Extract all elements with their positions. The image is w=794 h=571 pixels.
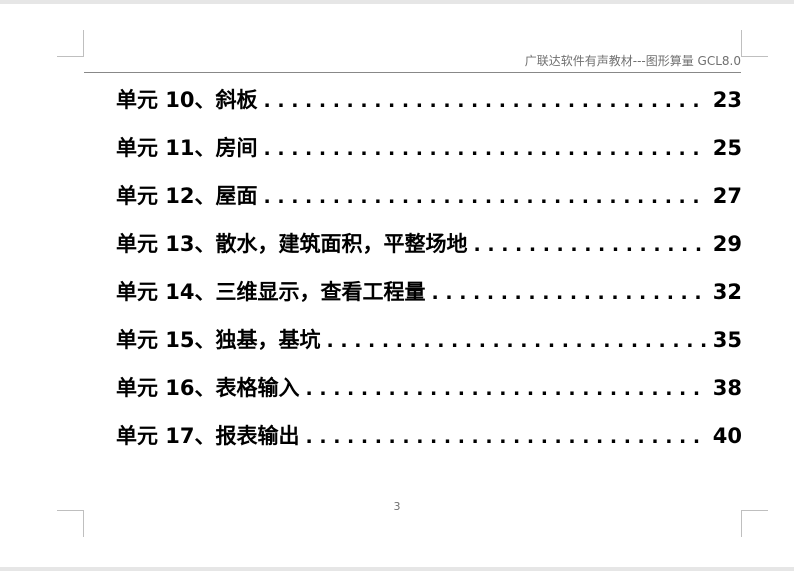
toc-dot-leader	[432, 271, 707, 315]
toc-dot-leader	[306, 415, 707, 459]
crop-mark-top-left	[57, 30, 84, 57]
toc-entry[interactable]: 单元 10、斜板 23	[116, 78, 742, 126]
toc-entry-title: 单元 14、三维显示，查看工程量	[116, 280, 426, 304]
page-number: 3	[393, 500, 401, 513]
toc-entry-page: 38	[712, 376, 742, 400]
toc-entry-title: 单元 17、报表输出	[116, 424, 300, 448]
toc-entry-title: 单元 12、屋面	[116, 184, 258, 208]
toc-entry-page: 23	[712, 88, 742, 112]
toc-entry[interactable]: 单元 16、表格输入 38	[116, 366, 742, 414]
toc-dot-leader	[264, 127, 707, 171]
toc-entry-page: 40	[712, 424, 742, 448]
toc-entry-page: 27	[712, 184, 742, 208]
header-text: 广联达软件有声教材---图形算量 GCL8.0	[524, 54, 741, 68]
toc-dot-leader	[264, 175, 707, 219]
toc-entry[interactable]: 单元 12、屋面 27	[116, 174, 742, 222]
toc-entry-page: 32	[712, 280, 742, 304]
window-bottom-strip	[0, 567, 794, 571]
toc-entry[interactable]: 单元 13、散水，建筑面积，平整场地 29	[116, 222, 742, 270]
crop-mark-top-right	[741, 30, 768, 57]
toc-entry-page: 35	[712, 328, 742, 352]
toc-entry-page: 25	[712, 136, 742, 160]
toc-entry[interactable]: 单元 15、独基，基坑 35	[116, 318, 742, 366]
toc-entry-page: 29	[712, 232, 742, 256]
toc-entry[interactable]: 单元 14、三维显示，查看工程量 32	[116, 270, 742, 318]
toc-dot-leader	[306, 367, 707, 411]
toc-entry[interactable]: 单元 11、房间 25	[116, 126, 742, 174]
toc-entry-title: 单元 13、散水，建筑面积，平整场地	[116, 232, 468, 256]
toc-entry-title: 单元 15、独基，基坑	[116, 328, 321, 352]
crop-mark-bottom-right	[741, 510, 768, 537]
toc-entry-title: 单元 16、表格输入	[116, 376, 300, 400]
page-header: 广联达软件有声教材---图形算量 GCL8.0	[84, 52, 741, 73]
toc-entry[interactable]: 单元 17、报表输出 40	[116, 414, 742, 462]
toc-dot-leader	[264, 79, 707, 123]
toc-entry-title: 单元 10、斜板	[116, 88, 258, 112]
toc-dot-leader	[327, 319, 707, 363]
toc-dot-leader	[474, 223, 707, 267]
crop-mark-bottom-left	[57, 510, 84, 537]
table-of-contents: 单元 10、斜板 23 单元 11、房间 25 单元 12、屋面 27 单元 1…	[116, 78, 742, 462]
toc-entry-title: 单元 11、房间	[116, 136, 258, 160]
